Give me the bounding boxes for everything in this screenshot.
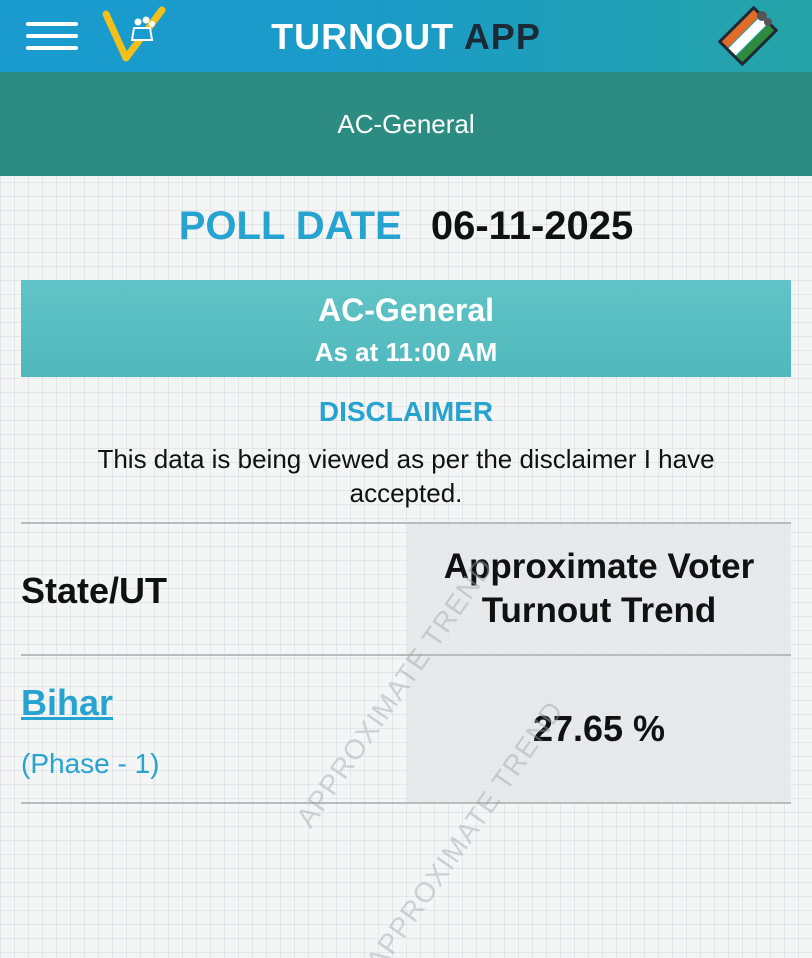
- app-header: TURNOUT APP: [0, 0, 812, 72]
- app-title: TURNOUT APP: [0, 16, 812, 58]
- table-header-row: State/UT Approximate Voter Turnout Trend: [21, 522, 791, 654]
- subheader-label: AC-General: [337, 108, 475, 139]
- column-header-state: State/UT: [21, 570, 168, 611]
- app-title-app: APP: [463, 16, 541, 57]
- turnout-value: 27.65 %: [532, 708, 666, 749]
- header-cell-state: State/UT: [21, 524, 407, 654]
- poll-date-label: POLL DATE: [178, 204, 402, 248]
- column-header-turnout: Approximate Voter Turnout Trend: [443, 547, 755, 630]
- turnout-table: State/UT Approximate Voter Turnout Trend…: [21, 522, 791, 804]
- category-subheader: AC-General: [0, 72, 812, 176]
- state-cell: Bihar (Phase - 1): [21, 656, 407, 802]
- poll-date-value: 06-11-2025: [430, 204, 634, 248]
- state-link-bihar[interactable]: Bihar: [21, 682, 113, 724]
- band-time: As at 11:00 AM: [314, 337, 498, 367]
- election-commission-logo-icon: [718, 6, 778, 66]
- header-cell-turnout: Approximate Voter Turnout Trend: [407, 524, 791, 654]
- disclaimer-text: This data is being viewed as per the dis…: [97, 444, 715, 508]
- disclaimer-title: DISCLAIMER: [318, 396, 494, 427]
- app-title-main: TURNOUT: [271, 16, 455, 57]
- band-title: AC-General: [317, 292, 495, 328]
- turnout-cell: 27.65 %: [407, 656, 791, 802]
- table-row: Bihar (Phase - 1) 27.65 %: [21, 654, 791, 804]
- poll-date-row: POLL DATE 06-11-2025: [0, 204, 812, 249]
- phase-label: (Phase - 1): [21, 748, 160, 779]
- info-band: AC-General As at 11:00 AM: [21, 280, 791, 377]
